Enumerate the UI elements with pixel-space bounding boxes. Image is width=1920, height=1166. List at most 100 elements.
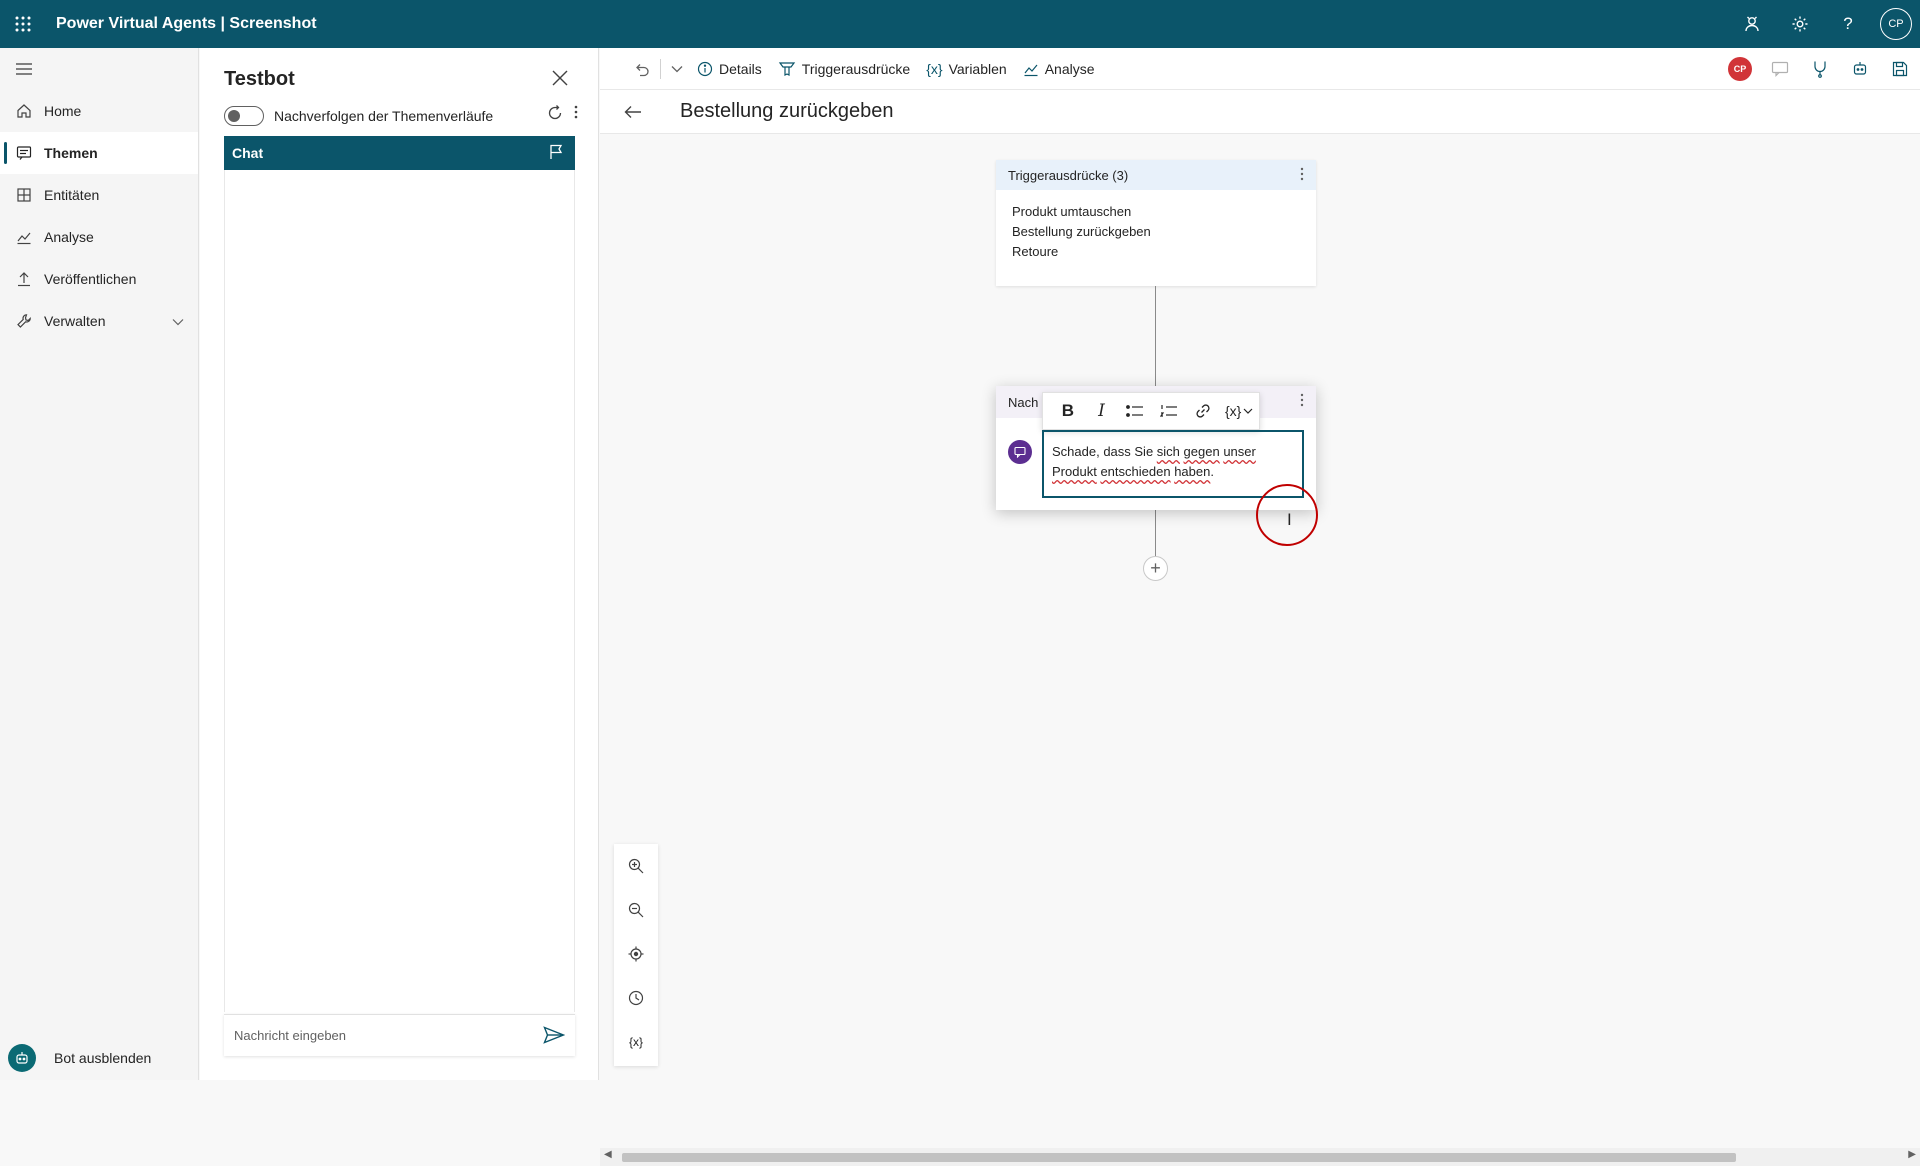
connector-line — [1155, 510, 1156, 556]
user-avatar[interactable]: CP — [1880, 8, 1912, 40]
back-arrow-icon[interactable] — [624, 105, 666, 119]
chat-message-input[interactable]: Nachricht eingeben — [224, 1014, 575, 1056]
message-text-span: gegen — [1183, 444, 1220, 459]
entities-icon — [16, 187, 44, 203]
undo-dropdown-chevron-icon[interactable] — [671, 65, 683, 73]
trigger-icon — [778, 60, 796, 78]
chat-tab-label: Chat — [232, 145, 264, 161]
node-more-icon[interactable] — [1300, 167, 1304, 184]
topic-title: Bestellung zurückgeben — [680, 100, 894, 122]
testbot-title: Testbot — [224, 68, 295, 90]
insert-variable-button[interactable]: {x} — [1219, 397, 1259, 425]
app-title: Power Virtual Agents | Screenshot — [56, 15, 317, 32]
variables-button[interactable]: {x} Variablen — [926, 61, 1006, 77]
comment-icon[interactable] — [1760, 61, 1800, 77]
home-icon — [16, 103, 44, 119]
app-launcher-icon[interactable] — [0, 0, 46, 48]
bot-hide-button[interactable]: Bot ausblenden — [0, 1036, 199, 1080]
divider — [660, 58, 661, 79]
message-text-line: Schade, dass Sie sich gegen unser — [1052, 442, 1294, 462]
left-navigation: Home Themen Entitäten Analyse Veröffentl… — [0, 48, 199, 1080]
numbered-list-icon[interactable] — [1152, 397, 1186, 425]
italic-button[interactable]: I — [1085, 397, 1119, 425]
trigger-node-header: Triggerausdrücke (3) — [1008, 167, 1129, 183]
zoom-in-icon[interactable] — [614, 844, 658, 888]
track-topics-label: Nachverfolgen der Themenverläufe — [274, 108, 494, 124]
link-icon[interactable] — [1186, 397, 1220, 425]
upload-icon — [16, 271, 44, 287]
horizontal-scrollbar[interactable]: ◀ ▶ — [600, 1148, 1920, 1166]
bold-button[interactable]: B — [1051, 397, 1085, 425]
nav-item-home[interactable]: Home — [0, 90, 198, 132]
app-header: Power Virtual Agents | Screenshot ? CP — [0, 0, 1920, 48]
details-button[interactable]: Details — [697, 61, 762, 77]
zoom-controls: {x} — [614, 844, 658, 1066]
nav-item-label: Themen — [44, 145, 98, 161]
nav-item-verwalten[interactable]: Verwalten — [0, 300, 198, 342]
send-icon[interactable] — [543, 1026, 566, 1047]
chat-transcript — [224, 170, 575, 1012]
scrollbar-thumb[interactable] — [622, 1153, 1736, 1162]
nav-item-label: Home — [44, 103, 82, 119]
zoom-out-icon[interactable] — [614, 888, 658, 932]
message-text-span: haben — [1174, 464, 1211, 479]
bot-hide-label: Bot ausblenden — [54, 1050, 152, 1066]
node-more-icon[interactable] — [1300, 393, 1304, 410]
message-text-span: Produkt — [1052, 464, 1097, 479]
wrench-icon — [16, 313, 44, 329]
help-icon[interactable]: ? — [1824, 0, 1872, 48]
topic-checker-icon[interactable] — [1800, 60, 1840, 78]
topic-editor: Details Triggerausdrücke {x} Variablen A… — [600, 48, 1920, 1166]
nav-item-label: Veröffentlichen — [44, 271, 137, 287]
variable-icon: {x} — [926, 60, 943, 77]
details-label: Details — [719, 60, 762, 77]
topic-title-bar: Bestellung zurückgeben — [600, 90, 1920, 134]
nav-item-label: Verwalten — [44, 313, 106, 329]
text-cursor-icon: I — [1287, 510, 1292, 529]
message-text-line: Produkt entschieden haben. — [1052, 462, 1294, 482]
scroll-right-arrow-icon[interactable]: ▶ — [1908, 1149, 1916, 1160]
author-avatar[interactable]: CP — [1728, 57, 1752, 81]
flag-icon[interactable] — [549, 144, 563, 163]
chart-icon — [16, 229, 44, 245]
message-text-span: Schade, dass Sie — [1052, 444, 1157, 459]
test-bot-icon[interactable] — [1840, 60, 1880, 78]
scroll-left-arrow-icon[interactable]: ◀ — [604, 1149, 612, 1160]
trigger-phrase: Retoure — [1012, 244, 1059, 259]
chat-tab[interactable]: Chat — [224, 136, 575, 170]
connector-line — [1155, 286, 1156, 386]
analyse-label: Analyse — [1044, 60, 1095, 77]
close-icon[interactable] — [548, 66, 572, 90]
trigger-node[interactable]: Triggerausdrücke (3) Produkt umtauschen … — [996, 160, 1316, 286]
undo-icon[interactable] — [634, 61, 650, 77]
refresh-icon[interactable] — [546, 104, 564, 125]
bullet-list-icon[interactable] — [1118, 397, 1152, 425]
hamburger-menu-icon[interactable] — [0, 48, 198, 90]
message-text-span: unser — [1223, 444, 1256, 459]
variable-label: {x} — [1224, 403, 1242, 419]
authoring-canvas[interactable]: Triggerausdrücke (3) Produkt umtauschen … — [600, 134, 1920, 1166]
message-text-editor[interactable]: Schade, dass Sie sich gegen unser Produk… — [1042, 430, 1304, 498]
triggers-button[interactable]: Triggerausdrücke — [778, 60, 910, 78]
variables-label: Variablen — [948, 60, 1007, 77]
add-node-plus-icon[interactable]: + — [1143, 556, 1168, 581]
chevron-down-icon[interactable] — [172, 313, 184, 329]
track-topics-toggle[interactable] — [224, 106, 264, 126]
history-icon[interactable] — [614, 976, 658, 1020]
message-text-span: . — [1210, 464, 1214, 479]
nav-item-entitaeten[interactable]: Entitäten — [0, 174, 198, 216]
settings-gear-icon[interactable] — [1776, 0, 1824, 48]
bot-icon — [8, 1044, 36, 1072]
nav-item-themen[interactable]: Themen — [0, 132, 198, 174]
format-toolbar: B I {x} — [1042, 392, 1260, 430]
variables-zoom-button[interactable]: {x} — [614, 1020, 658, 1064]
recenter-icon[interactable] — [614, 932, 658, 976]
save-icon[interactable] — [1880, 61, 1920, 77]
nav-item-veroeffentlichen[interactable]: Veröffentlichen — [0, 258, 198, 300]
more-options-icon[interactable] — [574, 104, 578, 123]
nav-item-analyse[interactable]: Analyse — [0, 216, 198, 258]
environment-icon[interactable] — [1728, 0, 1776, 48]
nav-item-label: Analyse — [44, 229, 94, 245]
analyse-button[interactable]: Analyse — [1023, 61, 1095, 77]
triggers-label: Triggerausdrücke — [801, 60, 911, 77]
